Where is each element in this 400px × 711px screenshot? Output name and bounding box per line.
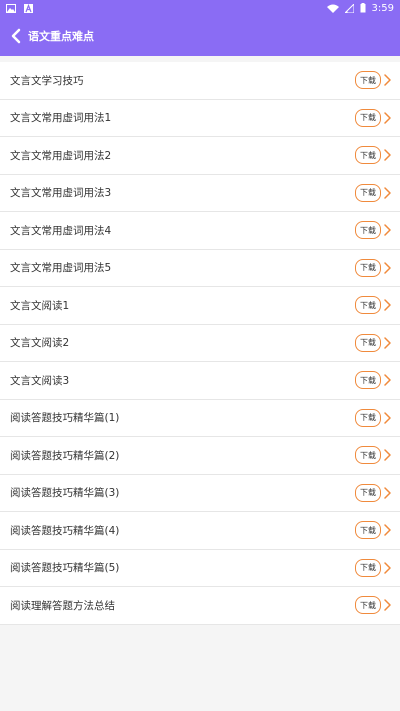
- list-item[interactable]: 文言文常用虚词用法3 下载: [0, 175, 400, 212]
- list-item-actions: 下载: [355, 183, 392, 202]
- list-item[interactable]: 阅读答题技巧精华篇(1) 下载: [0, 400, 400, 437]
- list-item-label: 阅读答题技巧精华篇(2): [10, 449, 120, 462]
- app-bar: 语文重点难点: [0, 16, 400, 56]
- list-item-label: 阅读答题技巧精华篇(5): [10, 562, 120, 575]
- list-item-label: 阅读答题技巧精华篇(4): [10, 524, 120, 537]
- list-item-label: 阅读理解答题方法总结: [10, 599, 115, 612]
- list-item-actions: 下载: [355, 221, 392, 240]
- list-item[interactable]: 文言文阅读1 下载: [0, 287, 400, 325]
- back-arrow-icon: [11, 28, 21, 44]
- download-button[interactable]: 下载: [355, 108, 381, 127]
- list-item-actions: 下载: [355, 408, 392, 427]
- download-button[interactable]: 下载: [355, 371, 381, 390]
- list-item[interactable]: 阅读理解答题方法总结 下载: [0, 587, 400, 625]
- list-item-actions: 下载: [355, 258, 392, 277]
- back-button[interactable]: [8, 24, 24, 48]
- list-item[interactable]: 文言文阅读3 下载: [0, 362, 400, 400]
- clock: 3:59: [371, 2, 394, 14]
- chevron-right-icon: [382, 186, 392, 200]
- document-list: 文言文学习技巧 下载 文言文常用虚词用法1 下载 文言文常用虚词用法2 下载 文言文常用虚词…: [0, 62, 400, 625]
- download-button[interactable]: 下载: [355, 333, 381, 352]
- battery-icon: [360, 3, 366, 13]
- download-button[interactable]: 下载: [355, 483, 381, 502]
- chevron-right-icon: [382, 561, 392, 575]
- list-item-label: 文言文常用虚词用法2: [10, 149, 112, 162]
- list-item-label: 文言文阅读2: [10, 337, 70, 350]
- list-item-actions: 下载: [355, 483, 392, 502]
- chevron-right-icon: [382, 448, 392, 462]
- chevron-right-icon: [382, 523, 392, 537]
- list-item-label: 文言文阅读3: [10, 374, 70, 387]
- wifi-icon: [326, 4, 339, 13]
- download-button[interactable]: 下载: [355, 408, 381, 427]
- list-item-actions: 下载: [355, 446, 392, 465]
- download-button[interactable]: 下载: [355, 221, 381, 240]
- chevron-right-icon: [382, 148, 392, 162]
- list-item-label: 阅读答题技巧精华篇(3): [10, 487, 120, 500]
- list-item-actions: 下载: [355, 333, 392, 352]
- list-item-actions: 下载: [355, 71, 392, 90]
- download-button[interactable]: 下载: [355, 183, 381, 202]
- chevron-right-icon: [382, 373, 392, 387]
- list-item-label: 文言文常用虚词用法5: [10, 262, 112, 275]
- list-item[interactable]: 文言文常用虚词用法2 下载: [0, 137, 400, 175]
- list-item-label: 文言文阅读1: [10, 299, 70, 312]
- list-item-label: 文言文学习技巧: [10, 74, 84, 87]
- download-button[interactable]: 下载: [355, 71, 381, 90]
- list-item[interactable]: 阅读答题技巧精华篇(3) 下载: [0, 475, 400, 512]
- page-title: 语文重点难点: [28, 30, 94, 43]
- download-button[interactable]: 下载: [355, 446, 381, 465]
- download-button[interactable]: 下载: [355, 521, 381, 540]
- status-left: [6, 3, 33, 13]
- list-item[interactable]: 阅读答题技巧精华篇(5) 下载: [0, 550, 400, 587]
- list-item[interactable]: 阅读答题技巧精华篇(2) 下载: [0, 437, 400, 475]
- list-item-label: 阅读答题技巧精华篇(1): [10, 412, 120, 425]
- list-item[interactable]: 文言文常用虚词用法5 下载: [0, 250, 400, 287]
- download-button[interactable]: 下载: [355, 296, 381, 315]
- download-button[interactable]: 下载: [355, 558, 381, 577]
- list-item-actions: 下载: [355, 558, 392, 577]
- list-item-actions: 下载: [355, 296, 392, 315]
- status-bar: 3:59: [0, 0, 400, 16]
- chevron-right-icon: [382, 298, 392, 312]
- list-item[interactable]: 阅读答题技巧精华篇(4) 下载: [0, 512, 400, 550]
- download-button[interactable]: 下载: [355, 146, 381, 165]
- list-item-actions: 下载: [355, 146, 392, 165]
- chevron-right-icon: [382, 598, 392, 612]
- chevron-right-icon: [382, 336, 392, 350]
- chevron-right-icon: [382, 486, 392, 500]
- list-item[interactable]: 文言文阅读2 下载: [0, 325, 400, 362]
- chevron-right-icon: [382, 223, 392, 237]
- image-icon: [6, 3, 16, 13]
- list-item[interactable]: 文言文常用虚词用法1 下载: [0, 100, 400, 137]
- list-item[interactable]: 文言文常用虚词用法4 下载: [0, 212, 400, 250]
- download-button[interactable]: 下载: [355, 258, 381, 277]
- list-item-label: 文言文常用虚词用法1: [10, 112, 112, 125]
- a-icon: [24, 3, 33, 13]
- list-item-actions: 下载: [355, 521, 392, 540]
- list-item-label: 文言文常用虚词用法3: [10, 187, 112, 200]
- chevron-right-icon: [382, 411, 392, 425]
- list-item-actions: 下载: [355, 596, 392, 615]
- signal-icon: [344, 3, 354, 13]
- download-button[interactable]: 下载: [355, 596, 381, 615]
- list-item-actions: 下载: [355, 371, 392, 390]
- chevron-right-icon: [382, 73, 392, 87]
- status-right: 3:59: [326, 2, 394, 14]
- list-item[interactable]: 文言文学习技巧 下载: [0, 62, 400, 100]
- list-item-actions: 下载: [355, 108, 392, 127]
- chevron-right-icon: [382, 111, 392, 125]
- list-item-label: 文言文常用虚词用法4: [10, 224, 112, 237]
- chevron-right-icon: [382, 261, 392, 275]
